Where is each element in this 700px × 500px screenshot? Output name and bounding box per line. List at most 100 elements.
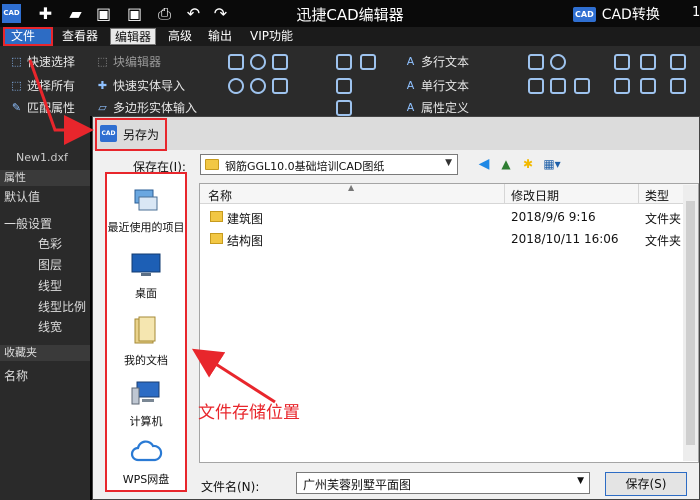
place-computer[interactable]: 计算机 [107,380,185,429]
copy-tool-icon[interactable] [528,78,544,94]
prop-label: 线型比例 [38,300,87,314]
block-editor-button[interactable]: ⬚ 块编辑器 [96,52,161,70]
undo-icon[interactable]: ↶ [184,4,203,23]
save-as-icon[interactable]: ▣ [125,4,144,23]
extend-tool-icon[interactable] [640,78,656,94]
cad-convert-button[interactable]: CAD CAD转换 [573,4,660,24]
general-settings-row[interactable]: 一般设置 [0,212,90,232]
cad-convert-icon: CAD [573,6,596,22]
file-name: 建筑图 [227,212,264,226]
pen-tool-icon[interactable] [336,78,352,94]
scroll-thumb[interactable] [686,201,695,445]
ellipse-tool-icon[interactable] [250,78,266,94]
title-highlight-box [95,118,167,151]
menu-vip[interactable]: VIP功能 [246,28,297,45]
rectangle-tool-icon[interactable] [272,54,288,70]
circle-tool-icon[interactable] [250,54,266,70]
menu-advanced[interactable]: 高级 [164,28,196,45]
new-file-icon[interactable]: ✚ [36,4,55,23]
quick-entity-import-button[interactable]: ✚ 快速实体导入 [96,76,185,94]
prop-row-linetype[interactable]: 线型 [0,274,90,294]
dimension-tool-icon[interactable] [336,54,352,70]
menu-output[interactable]: 输出 [204,28,236,45]
computer-icon [131,381,160,405]
filename-input[interactable]: 广州芙蓉别墅平面图 ▼ [296,472,590,494]
rotate-tool-icon[interactable] [550,54,566,70]
line-tool-icon[interactable] [228,54,244,70]
offset-tool-icon[interactable] [670,78,686,94]
attribute-icon: A [406,100,415,114]
back-icon[interactable]: ◀ [475,155,493,173]
layer-tool-icon[interactable] [614,54,630,70]
save-button[interactable]: 保存(S) [605,472,687,496]
prop-row-layer[interactable]: 图层 [0,253,90,273]
explode-tool-icon[interactable] [670,54,686,70]
single-text-button[interactable]: A 单行文本 [404,76,469,94]
document-tab[interactable]: New1.dxf [16,151,68,164]
menu-viewer[interactable]: 查看器 [58,28,102,45]
multiline-text-button[interactable]: A 多行文本 [404,52,469,70]
app-logo-icon: CAD [2,4,21,23]
move-tool-icon[interactable] [528,54,544,70]
view-menu-icon[interactable]: ▦▾ [543,155,561,173]
color-tool-icon[interactable] [574,78,590,94]
save-icon[interactable]: ▣ [94,4,113,23]
column-name[interactable]: 名称 [208,187,232,204]
attr-def-button[interactable]: A 属性定义 [404,98,469,116]
file-row[interactable]: 结构图 2018/10/11 16:06 文件夹 [200,228,698,250]
single-text-label: 单行文本 [421,78,470,93]
file-type: 文件夹 [645,212,682,226]
left-panel: New1.dxf 属性 默认值 一般设置 色彩 图层 线型 线型比例 线宽 收藏… [0,116,90,500]
place-recent[interactable]: 最近使用的项目 [107,188,185,235]
polygon-tool-icon[interactable] [272,78,288,94]
save-in-dropdown[interactable]: 钢筋GGL10.0基础培训CAD图纸 ▼ [200,154,458,175]
column-date[interactable]: 修改日期 [511,187,559,204]
default-value-row[interactable]: 默认值 [0,189,90,205]
match-props-button[interactable]: ✎ 匹配属性 [10,98,75,116]
prop-row-color[interactable]: 色彩 [0,232,90,252]
column-type[interactable]: 类型 [645,187,669,204]
file-name: 结构图 [227,234,264,248]
prop-row-linescale[interactable]: 线型比例 [0,295,90,315]
hatch-tool-icon[interactable] [360,54,376,70]
annotation-label: 文件存储位置 [198,403,300,423]
polyline-import-button[interactable]: ▱ 多边形实体输入 [96,98,197,116]
prop-label: 图层 [38,258,63,272]
table-tool-icon[interactable] [336,100,352,116]
mirror-tool-icon[interactable] [550,78,566,94]
up-folder-icon[interactable]: ▲ [497,155,515,173]
vertical-scrollbar[interactable] [683,185,698,461]
new-folder-icon[interactable]: ✱ [519,155,537,173]
text-a-icon: A [406,54,415,68]
chevron-down-icon[interactable]: ▼ [577,476,584,486]
stack-tool-icon[interactable] [640,54,656,70]
save-as-dialog: CAD 另存为 保存在(I): 钢筋GGL10.0基础培训CAD图纸 ▼ ◀ ▲… [92,116,700,500]
select-all-button[interactable]: ⬚ 选择所有 [10,76,75,94]
trim-tool-icon[interactable] [614,78,630,94]
recent-items-icon [134,189,158,211]
prop-label: 色彩 [38,237,63,251]
menu-file[interactable]: 文件 [3,27,53,46]
print-icon[interactable]: ⎙ [155,4,174,23]
open-folder-icon[interactable]: ▰ [66,4,85,23]
quick-select-button[interactable]: ⬚ 快速选择 [10,52,75,70]
menu-editor[interactable]: 编辑器 [110,28,157,45]
polygon-icon: ▱ [98,100,107,114]
file-row[interactable]: 建筑图 2018/9/6 9:16 文件夹 [200,206,698,228]
desktop-icon [131,253,161,276]
column-divider [504,184,505,204]
redo-icon[interactable]: ↷ [211,4,230,23]
folder-icon [210,211,223,222]
arc-tool-icon[interactable] [228,78,244,94]
place-wps-cloud[interactable]: WPS网盘 [107,440,185,487]
place-documents[interactable]: 我的文档 [107,315,185,368]
file-list-header: 名称 ▲ 修改日期 类型 [200,183,698,204]
places-bar: 最近使用的项目 桌面 我的文档 计算机 WPS网盘 [105,172,187,492]
dialog-title-bar[interactable]: CAD 另存为 [93,117,699,150]
prop-row-linewidth[interactable]: 线宽 [0,315,90,335]
place-desktop[interactable]: 桌面 [107,252,185,301]
name-row: 名称 [0,368,90,384]
title-bar: CAD ✚ ▰ ▣ ▣ ⎙ ↶ ↷ 迅捷CAD编辑器 CAD CAD转换 1 [0,0,700,27]
filename-value: 广州芙蓉别墅平面图 [303,478,412,492]
menu-bar: 文件 查看器 编辑器 高级 输出 VIP功能 [0,27,700,46]
